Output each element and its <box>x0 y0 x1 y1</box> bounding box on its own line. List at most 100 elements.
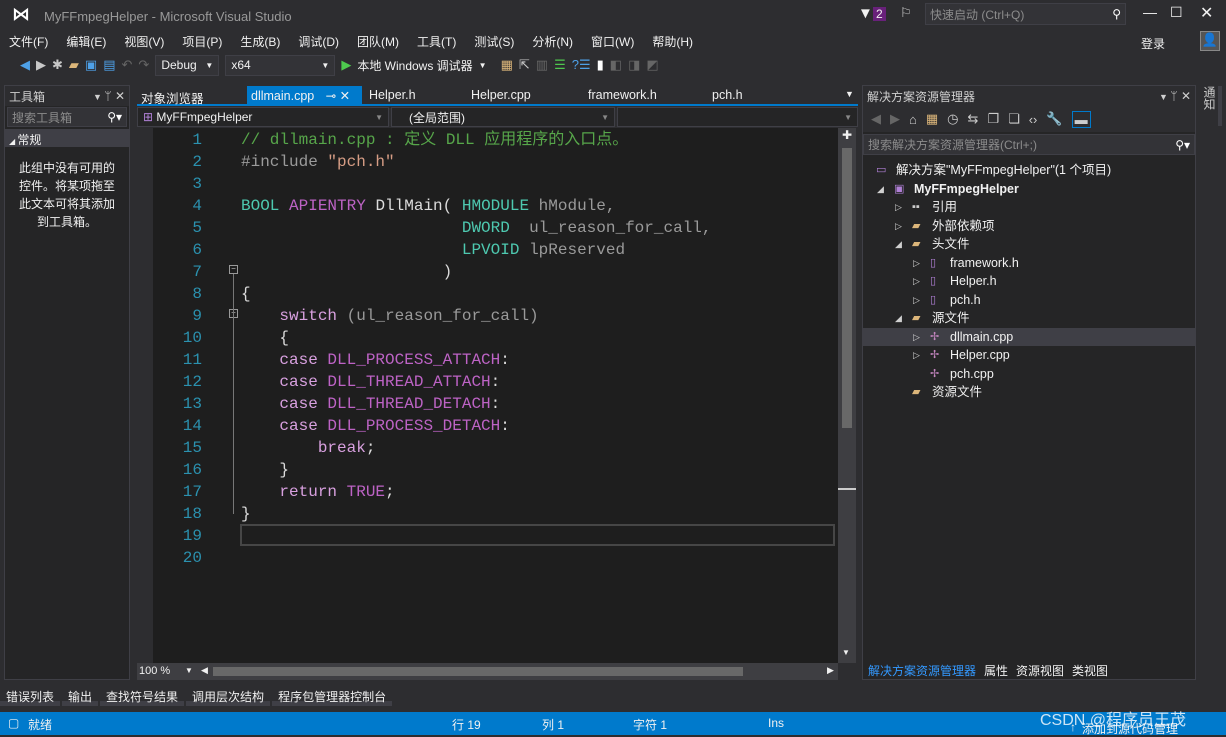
tree-item[interactable]: ▷ ▪▪ 引用 <box>863 198 1195 216</box>
pin-icon[interactable]: ᛘ <box>104 89 115 103</box>
menu-item[interactable]: 分析(N) <box>523 30 582 52</box>
expanded-icon[interactable]: ◢ <box>895 309 902 327</box>
notifications-tab[interactable]: 通知 <box>1198 86 1222 126</box>
prev-bookmark-icon[interactable]: ◧ <box>610 57 622 73</box>
minimize-button[interactable]: — <box>1143 4 1157 20</box>
maximize-button[interactable]: ☐ <box>1170 4 1183 21</box>
close-icon[interactable]: ✕ <box>115 89 125 103</box>
next-bookmark-icon[interactable]: ◨ <box>628 57 640 73</box>
chevron-down-icon[interactable]: ▼ <box>185 666 193 675</box>
uncomment-icon[interactable]: ?☰ <box>572 57 591 73</box>
step-over-icon[interactable]: ▥ <box>536 57 548 73</box>
tree-item[interactable]: ◢ ▰ 源文件 <box>863 309 1195 327</box>
menu-item[interactable]: 窗口(W) <box>582 30 643 52</box>
find-in-files-icon[interactable]: ▦ <box>501 57 513 73</box>
sign-in-link[interactable]: 登录 <box>1141 35 1165 52</box>
toolbox-group-general[interactable]: ◢ 常规 <box>5 129 129 147</box>
play-icon[interactable]: ▶ <box>341 57 351 73</box>
view-code-icon[interactable]: ‹› <box>1029 112 1038 127</box>
redo-icon[interactable]: ↷ <box>138 57 149 73</box>
menu-item[interactable]: 视图(V) <box>115 30 173 52</box>
solution-bottom-tab[interactable]: 类视图 <box>1072 662 1108 680</box>
collapsed-icon[interactable]: ▷ <box>913 291 920 309</box>
tree-item[interactable]: ✢ pch.cpp <box>863 365 1195 383</box>
vertical-scrollbar[interactable]: ✚ ▼ <box>838 128 856 663</box>
dropdown-icon[interactable]: ▼ <box>93 92 104 102</box>
tree-item[interactable]: ▰ 资源文件 <box>863 383 1195 401</box>
collapsed-icon[interactable]: ▷ <box>913 328 920 346</box>
tree-item[interactable]: ◢ ▣ MyFFmpegHelper <box>863 180 1195 198</box>
forward-icon[interactable]: ▶ <box>890 111 900 127</box>
scrollbar-thumb[interactable] <box>842 148 852 428</box>
save-all-icon[interactable]: ▤ <box>103 57 115 73</box>
dropdown-icon[interactable]: ▼ <box>1159 92 1170 102</box>
platform-dropdown[interactable]: x64 ▼ <box>225 54 336 76</box>
scroll-left-icon[interactable]: ◀ <box>201 665 208 676</box>
show-all-files-icon[interactable]: ❏ <box>1008 111 1020 127</box>
expanded-icon[interactable]: ◢ <box>877 180 884 198</box>
chevron-down-icon[interactable]: ▼ <box>479 61 487 70</box>
back-icon[interactable]: ◀ <box>871 111 881 127</box>
tab-framework-h[interactable]: framework.h <box>584 86 661 104</box>
tab--[interactable]: 对象浏览器 <box>137 86 208 106</box>
pending-changes-icon[interactable]: ◷ <box>947 111 958 127</box>
tab-dllmain-cpp[interactable]: dllmain.cpp ⊸ ✕ <box>247 86 362 104</box>
sync-icon[interactable]: ⇆ <box>968 111 979 127</box>
toolbox-search-input[interactable]: 搜索工具箱 ⚲▾ <box>7 107 127 127</box>
tool-tab[interactable]: 调用层次结构 <box>186 686 271 706</box>
close-button[interactable]: ✕ <box>1200 3 1213 23</box>
expanded-icon[interactable]: ◢ <box>895 235 902 253</box>
scope-dropdown[interactable]: (全局范围) ▼ <box>391 107 615 127</box>
start-debugging-button[interactable]: 本地 Windows 调试器 <box>357 57 472 74</box>
code-editor[interactable]: 1 // dllmain.cpp : 定义 DLL 应用程序的入口点。 2 #incl… <box>137 128 838 663</box>
switch-views-icon[interactable]: ▦ <box>926 111 938 127</box>
comment-icon[interactable]: ☰ <box>554 57 566 73</box>
menu-item[interactable]: 工具(T) <box>408 30 465 52</box>
collapsed-icon[interactable]: ▷ <box>895 217 902 235</box>
horizontal-scrollbar-thumb[interactable] <box>213 667 743 676</box>
menu-item[interactable]: 帮助(H) <box>643 30 702 52</box>
open-file-icon[interactable]: ▰ <box>69 57 79 73</box>
forward-icon[interactable]: ▶ <box>36 57 46 73</box>
member-dropdown[interactable]: ▼ <box>617 107 858 127</box>
solution-bottom-tab[interactable]: 资源视图 <box>1016 662 1064 680</box>
split-icon[interactable]: ✚ <box>842 128 852 142</box>
tool-tab[interactable]: 错误列表 <box>0 686 61 706</box>
tree-item[interactable]: ▷ ▰ 外部依赖项 <box>863 217 1195 235</box>
step-icon[interactable]: ⇱ <box>519 57 530 73</box>
scroll-right-icon[interactable]: ▶ <box>827 665 834 676</box>
menu-item[interactable]: 测试(S) <box>465 30 523 52</box>
tree-item[interactable]: ▷ ✢ Helper.cpp <box>863 346 1195 364</box>
pin-icon[interactable]: ⊸ <box>322 89 339 103</box>
notification-badge[interactable]: 2 <box>873 7 886 21</box>
tree-item[interactable]: ▷ ▯ Helper.h <box>863 272 1195 290</box>
solution-bottom-tab[interactable]: 属性 <box>984 662 1008 680</box>
tab-Helper-cpp[interactable]: Helper.cpp <box>467 86 535 104</box>
menu-item[interactable]: 调试(D) <box>289 30 348 52</box>
project-dropdown[interactable]: ⊞ MyFFmpegHelper ▼ <box>137 107 389 127</box>
properties-icon[interactable]: 🔧 <box>1046 111 1062 127</box>
scroll-down-icon[interactable]: ▼ <box>842 648 850 657</box>
collapse-icon[interactable]: − <box>229 265 238 274</box>
tree-item[interactable]: ◢ ▰ 头文件 <box>863 235 1195 253</box>
pin-icon[interactable]: ᛘ <box>1170 89 1181 103</box>
tree-item[interactable]: ▷ ✢ dllmain.cpp <box>863 327 1195 346</box>
collapsed-icon[interactable]: ▷ <box>913 272 920 290</box>
new-project-icon[interactable]: ✱ <box>52 57 63 73</box>
solution-bottom-tab[interactable]: 解决方案资源管理器 <box>868 662 976 680</box>
tool-tab[interactable]: 输出 <box>62 686 99 706</box>
bookmark-icon[interactable]: ▮ <box>597 57 604 73</box>
collapsed-icon[interactable]: ▷ <box>913 254 920 272</box>
tab-Helper-h[interactable]: Helper.h <box>365 86 420 104</box>
feedback-icon[interactable]: ⚐ <box>900 5 912 21</box>
avatar[interactable]: 👤 <box>1200 31 1220 51</box>
close-icon[interactable]: ✕ <box>1181 89 1191 103</box>
tree-item[interactable]: ▭ 解决方案"MyFFmpegHelper"(1 个项目) <box>863 161 1195 179</box>
collapsed-icon[interactable]: ▷ <box>895 198 902 216</box>
tree-item[interactable]: ▷ ▯ pch.h <box>863 291 1195 309</box>
preview-icon[interactable]: ▬ <box>1071 110 1091 128</box>
tab-pch-h[interactable]: pch.h <box>708 86 747 104</box>
undo-icon[interactable]: ↶ <box>122 57 133 73</box>
collapsed-icon[interactable]: ▷ <box>913 346 920 364</box>
tool-tab[interactable]: 查找符号结果 <box>100 686 185 706</box>
